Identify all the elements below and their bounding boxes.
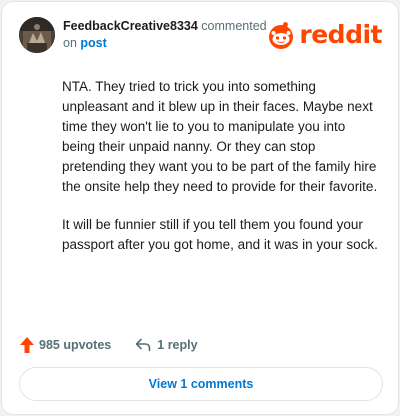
view-comments-button[interactable]: View 1 comments (19, 367, 383, 401)
username[interactable]: FeedbackCreative8334 (63, 19, 198, 33)
comment-paragraph: It will be funnier still if you tell the… (62, 217, 378, 252)
comment-actions: 985 upvotes 1 reply (19, 334, 198, 356)
comment-body: NTA. They tried to trick you into someth… (62, 77, 382, 273)
reply-arrow-icon (135, 338, 151, 352)
reddit-snoo-icon (269, 22, 294, 49)
avatar-image (19, 17, 55, 53)
reddit-wordmark: reddit (299, 20, 382, 49)
avatar[interactable] (19, 17, 55, 53)
reddit-logo[interactable]: reddit (265, 20, 382, 50)
reply-button[interactable]: 1 reply (135, 338, 198, 352)
action-text: commented (201, 19, 267, 33)
comment-card: FeedbackCreative8334 commented on post r… (1, 1, 399, 415)
on-text: on (63, 36, 77, 50)
post-link[interactable]: post (80, 36, 106, 50)
upvote-arrow-icon (20, 337, 34, 353)
comment-header: FeedbackCreative8334 commented on post r… (19, 16, 384, 56)
upvote-count: 985 upvotes (39, 338, 112, 352)
upvote-button[interactable]: 985 upvotes (19, 336, 111, 354)
reply-count: 1 reply (157, 338, 198, 352)
comment-meta: FeedbackCreative8334 commented on post (63, 18, 293, 52)
comment-paragraph: NTA. They tried to trick you into someth… (62, 79, 378, 194)
